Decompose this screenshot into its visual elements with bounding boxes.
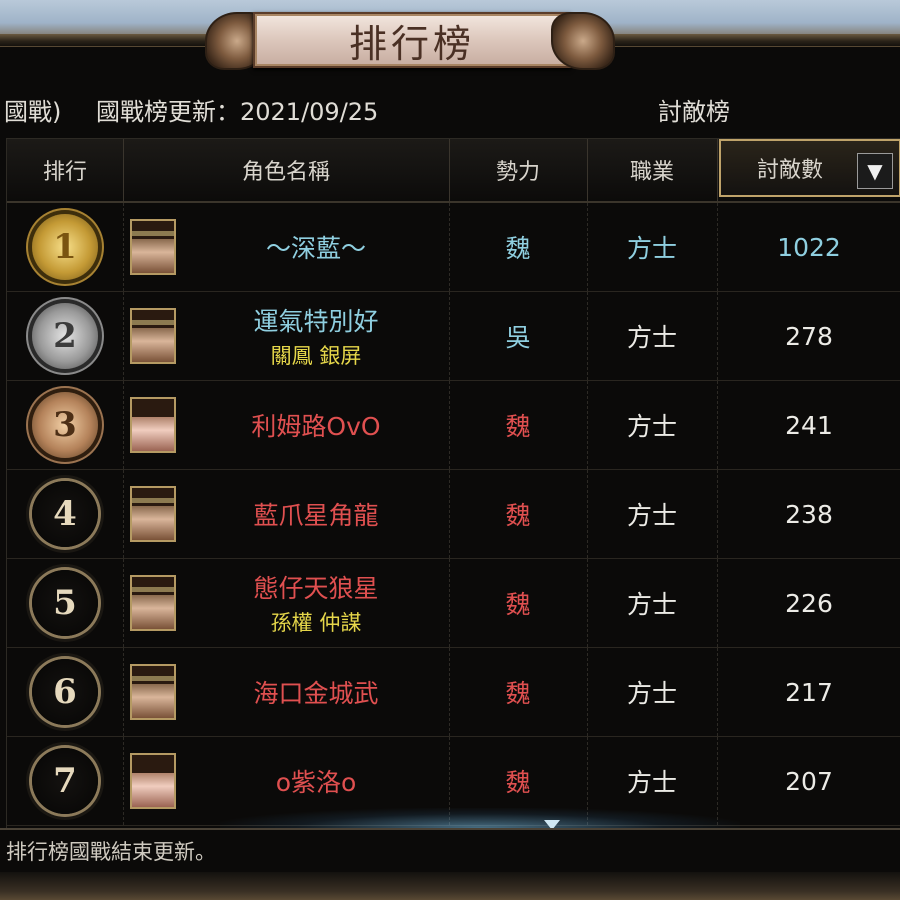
rank-cell: 4 [7, 470, 124, 558]
rank-medal-icon: 6 [32, 659, 98, 725]
avatar-cell [123, 203, 183, 291]
header-name: 角色名稱 [123, 139, 450, 201]
rank-cell: 6 [7, 648, 124, 736]
rank-medal-icon: 4 [32, 481, 98, 547]
character-name[interactable]: 藍爪星角龍 [253, 496, 378, 532]
faction-cell: 魏 [449, 559, 588, 647]
avatar-cell [123, 648, 183, 736]
rank-medal-icon: 2 [32, 303, 98, 369]
rank-medal-icon: 1 [32, 214, 98, 280]
rank-number: 2 [53, 316, 77, 356]
title-board: 排行榜 [253, 12, 571, 68]
rank-cell: 5 [7, 559, 124, 647]
name-cell: 利姆路OvO [183, 381, 450, 469]
kills-cell: 1022 [777, 232, 841, 262]
footer-note: 排行榜國戰結束更新。 [6, 840, 216, 864]
kills-cell: 238 [785, 499, 833, 529]
table-row[interactable]: 6 海口金城武 魏 方士 217 [7, 648, 900, 737]
class-cell: 方士 [587, 203, 718, 291]
table-row[interactable]: 3 利姆路OvO 魏 方士 241 [7, 381, 900, 470]
rank-medal-icon: 7 [32, 748, 98, 814]
rank-medal-icon: 5 [32, 570, 98, 636]
class-cell: 方士 [587, 559, 718, 647]
class-cell: 方士 [587, 292, 718, 380]
rank-number: 7 [53, 761, 77, 801]
avatar[interactable] [130, 308, 176, 364]
info-fragment: 國戰) [4, 98, 62, 126]
avatar[interactable] [130, 664, 176, 720]
rank-number: 5 [53, 583, 77, 623]
ornament-right-icon [551, 12, 615, 70]
avatar-cell [123, 737, 183, 825]
board-name-label: 討敵榜 [658, 98, 730, 126]
kills-cell: 217 [785, 677, 833, 707]
faction-cell: 魏 [449, 203, 588, 291]
class-cell: 方士 [587, 648, 718, 736]
kills-cell: 226 [785, 588, 833, 618]
rank-cell: 3 [7, 381, 124, 469]
rank-cell: 2 [7, 292, 124, 380]
bottom-frame [0, 872, 900, 900]
class-cell: 方士 [587, 381, 718, 469]
header-kills-sort[interactable]: 討敵數 ▼ [719, 139, 900, 197]
avatar-cell [123, 559, 183, 647]
class-cell: 方士 [587, 470, 718, 558]
character-name[interactable]: 運氣特別好 [253, 302, 378, 338]
name-cell: 運氣特別好 關鳳 銀屏 [183, 292, 450, 380]
scroll-glow [220, 808, 740, 828]
name-cell: 海口金城武 [183, 648, 450, 736]
avatar-cell [123, 381, 183, 469]
character-subtitle: 關鳳 銀屏 [270, 344, 362, 368]
table-row[interactable]: 2 運氣特別好 關鳳 銀屏 吳 方士 278 [7, 292, 900, 381]
character-name[interactable]: 態仔天狼星 [253, 569, 378, 605]
avatar-cell [123, 292, 183, 380]
faction-cell: 吳 [449, 292, 588, 380]
avatar[interactable] [130, 575, 176, 631]
avatar[interactable] [130, 753, 176, 809]
table-row[interactable]: 1 ～深藍～ 魏 方士 1022 [7, 203, 900, 292]
table-row[interactable]: 5 態仔天狼星 孫權 仲謀 魏 方士 226 [7, 559, 900, 648]
faction-cell: 魏 [449, 470, 588, 558]
character-name[interactable]: 海口金城武 [253, 674, 378, 710]
avatar[interactable] [130, 219, 176, 275]
rank-medal-icon: 3 [32, 392, 98, 458]
update-date-label: 國戰榜更新：2021/09/25 [96, 98, 379, 126]
header-rank: 排行 [7, 139, 124, 201]
character-name[interactable]: 利姆路OvO [251, 407, 380, 443]
avatar[interactable] [130, 397, 176, 453]
faction-cell: 魏 [449, 648, 588, 736]
kills-cell: 241 [785, 410, 833, 440]
rank-number: 4 [53, 494, 77, 534]
rank-number: 3 [53, 405, 77, 445]
kills-cell: 278 [785, 321, 833, 351]
page-title: 排行榜 [348, 21, 475, 66]
avatar-cell [123, 470, 183, 558]
name-cell: 態仔天狼星 孫權 仲謀 [183, 559, 450, 647]
header-kills-label: 討敵數 [757, 158, 824, 183]
character-name[interactable]: o紫洛o [276, 763, 357, 799]
rank-cell: 7 [7, 737, 124, 825]
rank-number: 6 [53, 672, 77, 712]
kills-cell: 207 [785, 766, 833, 796]
header-faction: 勢力 [449, 139, 588, 201]
table-row[interactable]: 4 藍爪星角龍 魏 方士 238 [7, 470, 900, 559]
rank-cell: 1 [7, 203, 124, 291]
header-class: 職業 [587, 139, 718, 201]
info-bar: 國戰) 國戰榜更新：2021/09/25 討敵榜 [0, 80, 900, 130]
ranking-table: 排行 角色名稱 勢力 職業 討敵數 ▼ 1 ～深藍～ 魏 方士 1022 2 運… [6, 138, 900, 830]
avatar[interactable] [130, 486, 176, 542]
sort-dropdown-icon[interactable]: ▼ [857, 153, 893, 189]
rank-number: 1 [53, 227, 77, 267]
footer-divider [0, 828, 900, 830]
title-plaque: 排行榜 [205, 8, 615, 70]
character-subtitle: 孫權 仲謀 [270, 611, 362, 635]
name-cell: 藍爪星角龍 [183, 470, 450, 558]
name-cell: ～深藍～ [183, 203, 450, 291]
table-header: 排行 角色名稱 勢力 職業 討敵數 ▼ [7, 139, 900, 203]
faction-cell: 魏 [449, 381, 588, 469]
character-name[interactable]: ～深藍～ [266, 229, 366, 265]
